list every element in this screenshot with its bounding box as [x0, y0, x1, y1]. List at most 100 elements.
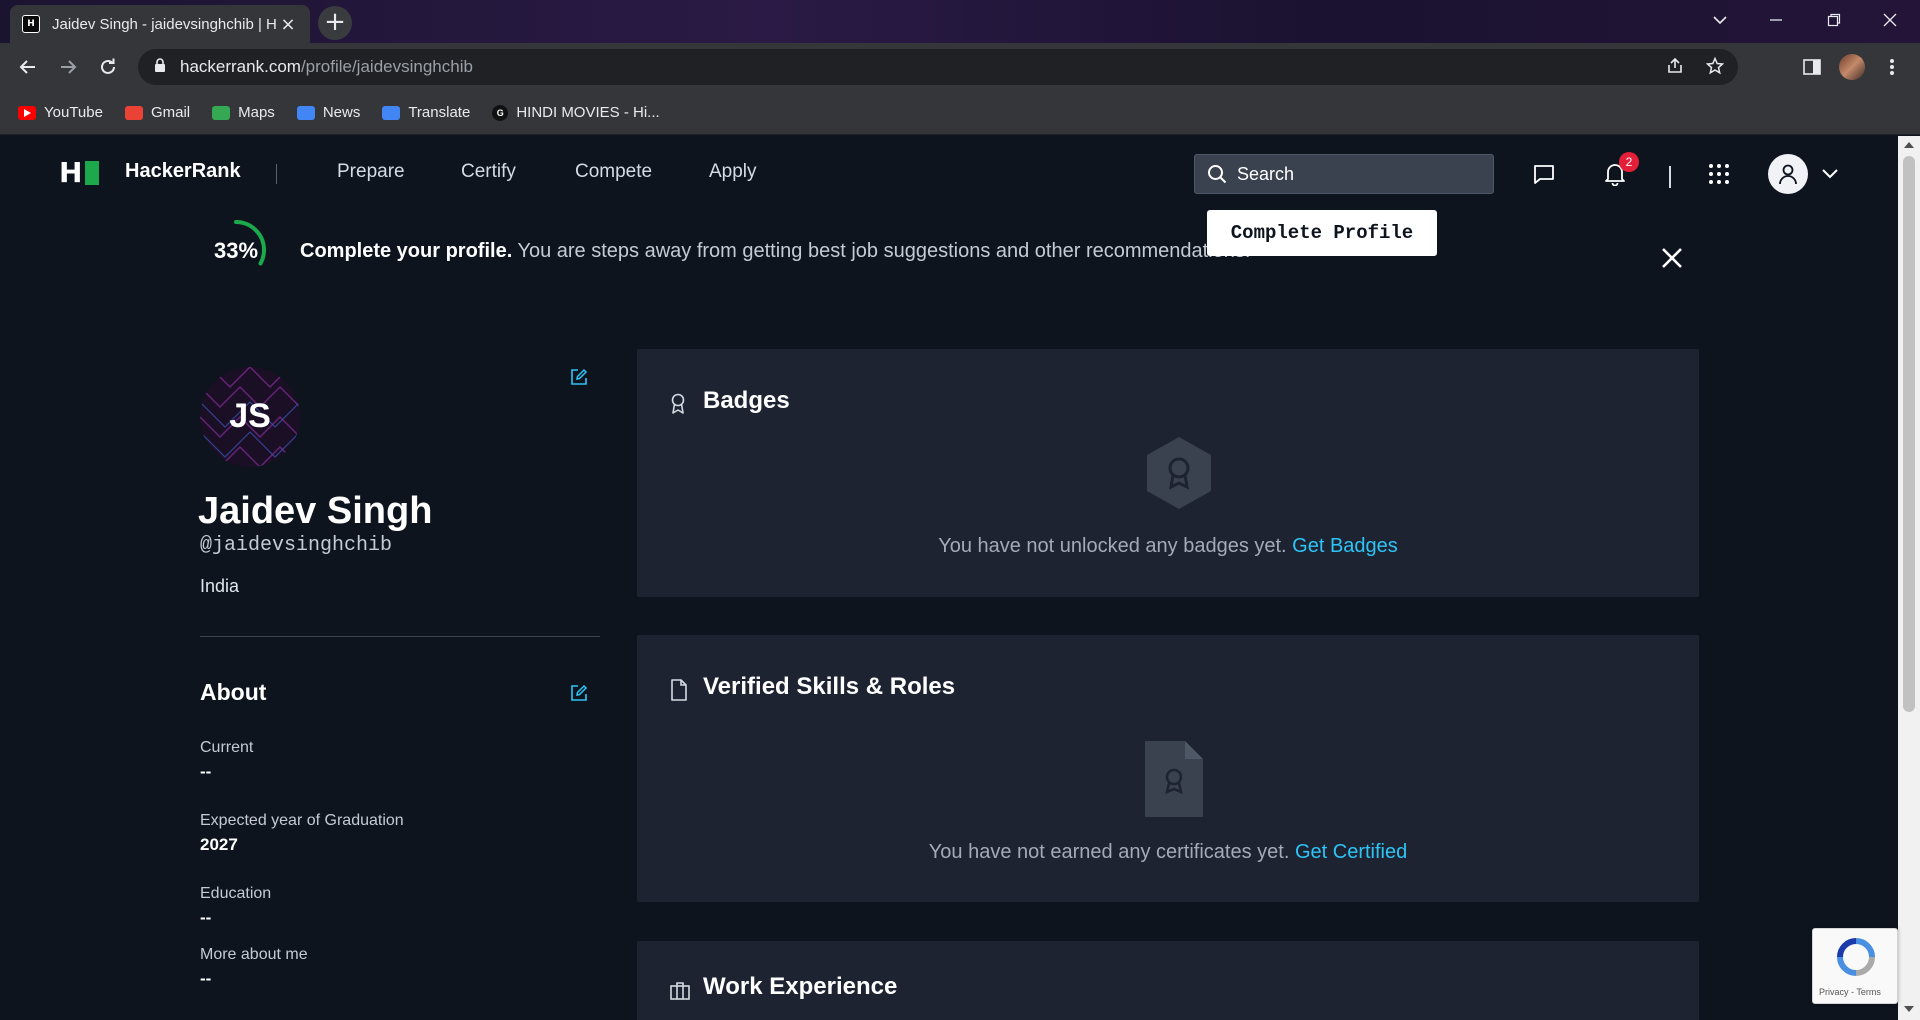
- search-placeholder: Search: [1237, 163, 1295, 184]
- bookmark-label: HINDI MOVIES - Hi...: [516, 104, 660, 121]
- notification-badge: 2: [1619, 152, 1639, 172]
- tab-close-icon[interactable]: ×: [278, 14, 298, 35]
- profile-avatar[interactable]: [1836, 51, 1868, 83]
- hackerrank-logo[interactable]: H: [59, 156, 100, 189]
- bookmark-item[interactable]: Gmail: [124, 104, 191, 121]
- about-current-value: --: [200, 762, 212, 781]
- profile-name: Jaidev Singh: [198, 490, 433, 532]
- new-tab-button[interactable]: +: [318, 6, 352, 40]
- address-bar[interactable]: hackerrank.com/profile/jaidevsinghchib: [138, 49, 1738, 85]
- back-arrow-icon[interactable]: [12, 51, 44, 83]
- nav-compete[interactable]: Compete: [575, 161, 652, 183]
- bookmark-label: Gmail: [150, 104, 191, 121]
- verified-skills-card: Verified Skills & Roles You have not ear…: [637, 635, 1699, 902]
- notifications-bell-icon[interactable]: 2: [1599, 152, 1639, 190]
- about-education-value: --: [200, 908, 212, 927]
- minimize-button[interactable]: [1748, 0, 1804, 40]
- section-divider: [200, 636, 600, 637]
- recaptcha-widget[interactable]: Privacy - Terms: [1812, 928, 1898, 1004]
- bookmark-label: Translate: [408, 104, 471, 121]
- about-graduation-label: Expected year of Graduation: [200, 812, 404, 829]
- profile-completion-percent: 33%: [214, 238, 259, 263]
- banner-subtext: You are steps away from getting best job…: [512, 240, 1251, 262]
- maps-icon: [212, 105, 231, 120]
- search-input[interactable]: Search: [1194, 154, 1494, 194]
- user-avatar[interactable]: [1768, 154, 1808, 194]
- top-navigation: H HackerRank Prepare Certify Compete App…: [0, 136, 1898, 200]
- translate-icon: [382, 105, 401, 120]
- bookmark-item[interactable]: G HINDI MOVIES - Hi...: [492, 104, 660, 121]
- brand-name[interactable]: HackerRank: [125, 160, 241, 183]
- certificates-empty-message: You have not earned any certificates yet…: [637, 841, 1699, 864]
- forward-arrow-icon[interactable]: [52, 51, 84, 83]
- bookmark-item[interactable]: News: [296, 104, 360, 121]
- about-more-label: More about me: [200, 946, 308, 963]
- youtube-icon: [18, 105, 36, 120]
- nav-apply[interactable]: Apply: [709, 161, 757, 183]
- close-window-button[interactable]: [1862, 0, 1918, 40]
- side-panel-icon[interactable]: [1796, 51, 1828, 83]
- about-current-label: Current: [200, 739, 254, 756]
- hackerrank-favicon-icon: H: [22, 15, 40, 33]
- profile-avatar-large[interactable]: JS: [200, 367, 300, 467]
- apps-grid-icon[interactable]: [1703, 158, 1735, 190]
- restore-button[interactable]: [1806, 0, 1862, 40]
- badges-empty-text: You have not unlocked any badges yet.: [938, 535, 1287, 557]
- complete-profile-button[interactable]: Complete Profile: [1207, 210, 1437, 256]
- about-heading: About: [200, 679, 267, 705]
- lock-icon: [154, 57, 166, 77]
- work-experience-card: Work Experience: [637, 941, 1699, 1020]
- tab-search-icon[interactable]: [1692, 0, 1748, 40]
- gmail-icon: [124, 105, 143, 120]
- close-banner-icon[interactable]: [1660, 246, 1690, 276]
- banner-title: Complete your profile.: [300, 240, 513, 262]
- chevron-down-icon[interactable]: [1814, 158, 1846, 190]
- nav-divider: [276, 164, 277, 184]
- nav-prepare[interactable]: Prepare: [337, 161, 405, 183]
- reload-icon[interactable]: [92, 51, 124, 83]
- tab-title: Jaidev Singh - jaidevsinghchib | H: [52, 15, 277, 33]
- nav-certify[interactable]: Certify: [461, 161, 516, 183]
- bookmark-item[interactable]: Maps: [212, 104, 275, 121]
- hackerrank-page: H HackerRank Prepare Certify Compete App…: [0, 136, 1898, 1020]
- browser-tab[interactable]: H Jaidev Singh - jaidevsinghchib | H ×: [10, 5, 310, 43]
- badges-card: Badges You have not unlocked any badges …: [637, 349, 1699, 597]
- nav-icon-divider: [1669, 166, 1671, 188]
- scroll-thumb[interactable]: [1903, 156, 1915, 712]
- work-experience-title: Work Experience: [703, 973, 898, 1000]
- certificates-empty-text: You have not earned any certificates yet…: [928, 841, 1290, 863]
- bookmark-star-icon[interactable]: [1705, 56, 1725, 80]
- edit-about-icon[interactable]: [570, 684, 590, 704]
- page-scrollbar[interactable]: [1898, 136, 1920, 1020]
- bookmark-item[interactable]: YouTube: [18, 104, 103, 121]
- bookmark-item[interactable]: Translate: [382, 104, 470, 121]
- about-graduation-value: 2027: [200, 835, 238, 854]
- url-path: /profile/jaidevsinghchib: [300, 57, 473, 76]
- badge-placeholder-icon: [1145, 435, 1213, 516]
- complete-profile-banner: 33% Complete your profile. You are steps…: [200, 220, 1700, 280]
- bookmark-label: YouTube: [44, 104, 103, 121]
- document-icon: [670, 679, 688, 701]
- avatar-initials: JS: [229, 397, 271, 435]
- banner-message: Complete your profile. You are steps awa…: [300, 240, 1250, 263]
- url-host: hackerrank.com: [180, 57, 301, 76]
- get-certified-link[interactable]: Get Certified: [1295, 841, 1407, 863]
- badges-title: Badges: [703, 387, 790, 414]
- messages-icon[interactable]: [1528, 158, 1560, 190]
- browser-toolbar: hackerrank.com/profile/jaidevsinghchib: [0, 43, 1920, 91]
- recaptcha-privacy-terms[interactable]: Privacy - Terms: [1819, 987, 1881, 997]
- bookmarks-bar: YouTube Gmail Maps News Translate G HINDI MOVI…: [0, 91, 1920, 135]
- profile-country: India: [200, 576, 240, 596]
- scroll-up-icon[interactable]: [1904, 142, 1914, 148]
- get-badges-link[interactable]: Get Badges: [1292, 535, 1398, 557]
- badges-empty-message: You have not unlocked any badges yet. Ge…: [637, 535, 1699, 558]
- share-icon[interactable]: [1666, 57, 1684, 80]
- scroll-down-icon[interactable]: [1904, 1006, 1914, 1012]
- g-icon: G: [492, 104, 509, 121]
- recaptcha-logo-icon: [1837, 938, 1875, 976]
- about-education-label: Education: [200, 885, 272, 902]
- search-icon: [1208, 165, 1227, 184]
- edit-profile-icon[interactable]: [570, 368, 590, 388]
- certificate-placeholder-icon: [1145, 741, 1203, 822]
- menu-kebab-icon[interactable]: [1876, 51, 1908, 83]
